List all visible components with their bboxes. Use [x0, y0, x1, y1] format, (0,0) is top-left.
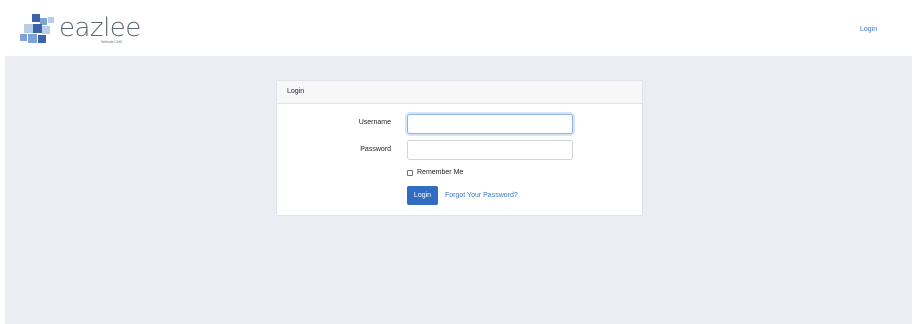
- nav-login-link[interactable]: Login: [860, 26, 877, 33]
- brand-tagline: Website CMS: [101, 40, 123, 44]
- remember-me[interactable]: Remember Me: [407, 169, 463, 176]
- login-button[interactable]: Login: [407, 186, 438, 205]
- login-card: Login Username Password Remember Me Logi…: [276, 80, 643, 216]
- stacked-cubes-icon: [20, 14, 54, 43]
- login-card-header: Login: [277, 81, 642, 104]
- brand-name: eazlee: [59, 13, 141, 43]
- brand-logo[interactable]: eazlee Website CMS: [18, 12, 148, 46]
- password-input[interactable]: [407, 140, 573, 160]
- top-navbar: eazlee Website CMS Login: [0, 0, 917, 56]
- remember-me-label: Remember Me: [417, 169, 464, 176]
- remember-me-checkbox[interactable]: [407, 169, 413, 176]
- forgot-password-link[interactable]: Forgot Your Password?: [445, 192, 518, 199]
- username-label: Username: [358, 119, 391, 126]
- password-label: Password: [360, 146, 391, 153]
- username-input[interactable]: [407, 114, 573, 134]
